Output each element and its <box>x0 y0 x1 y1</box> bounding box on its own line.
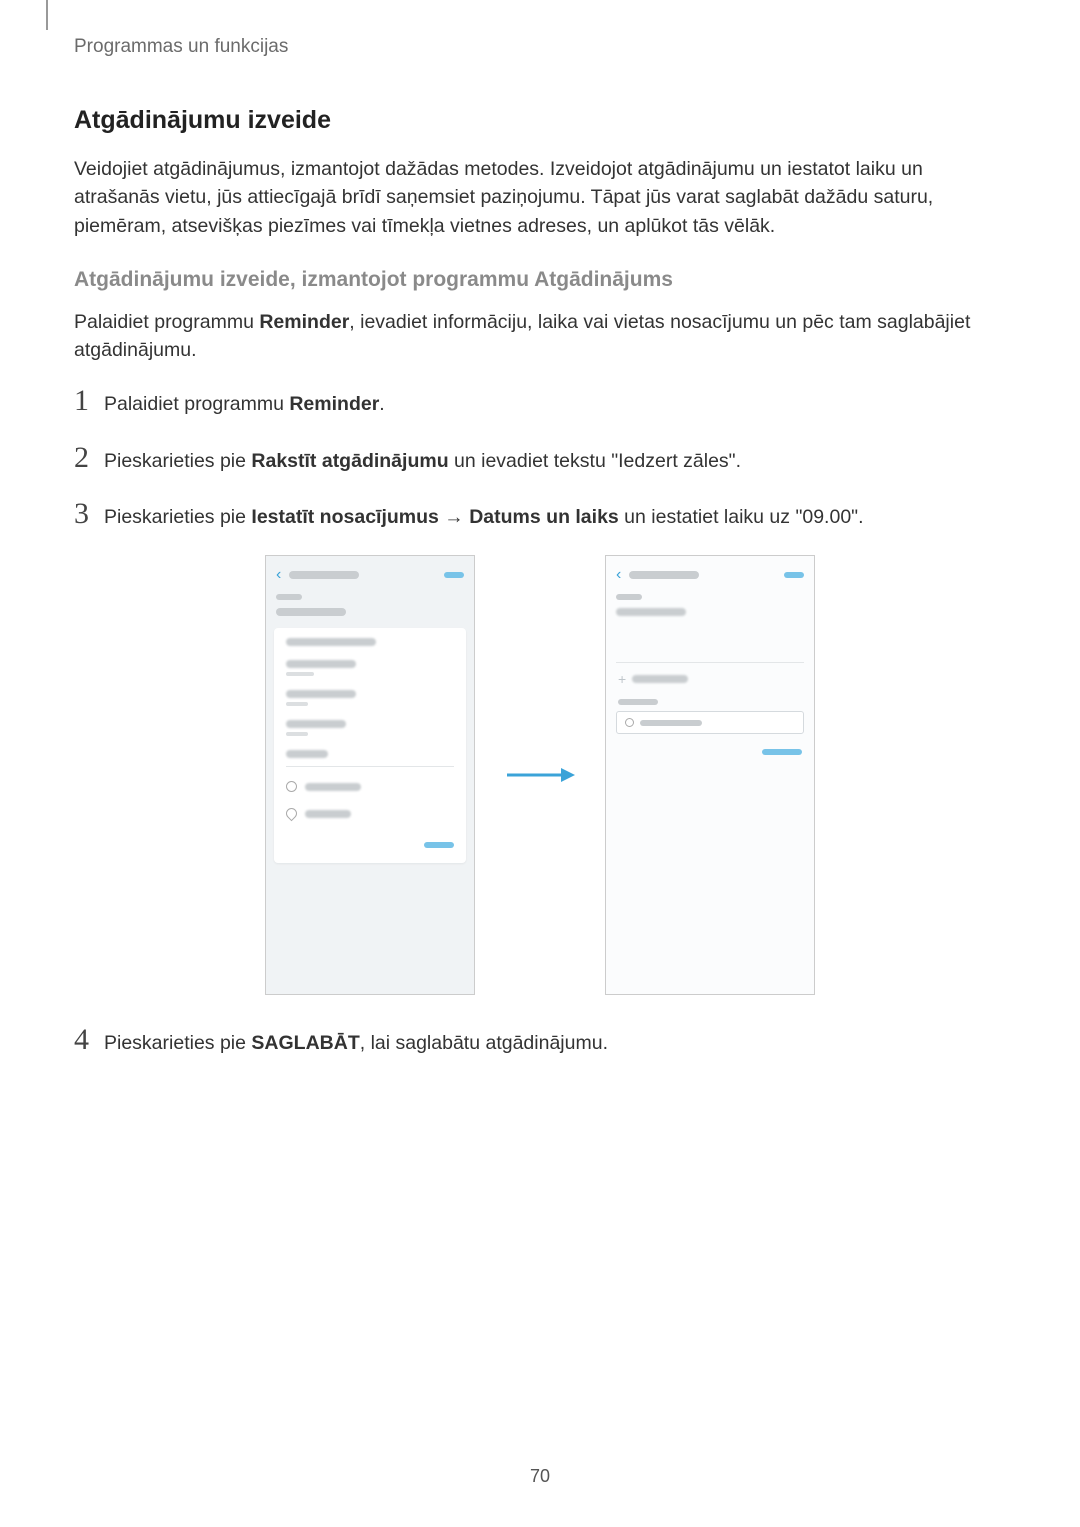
bold: Datums un laiks <box>469 506 619 528</box>
clock-icon <box>286 781 297 792</box>
line <box>286 638 376 646</box>
line <box>618 699 658 705</box>
text: Palaidiet programmu <box>104 393 289 415</box>
arrow-icon <box>505 765 575 785</box>
steps-list: 1 Palaidiet programmu Reminder. 2 Pieska… <box>74 386 1006 1057</box>
line <box>305 783 361 791</box>
line <box>276 594 302 600</box>
bold: Iestatīt nosacījumus <box>251 506 438 528</box>
back-icon: ‹ <box>616 566 621 584</box>
intro-paragraph: Veidojiet atgādinājumus, izmantojot dažā… <box>74 155 1006 240</box>
text: Pieskarieties pie <box>104 1032 251 1054</box>
back-icon: ‹ <box>276 566 281 584</box>
plus-icon: + <box>618 671 626 687</box>
page-title: Atgādinājumu izveide <box>74 106 1006 135</box>
step-number: 4 <box>74 1025 104 1055</box>
action-placeholder <box>444 572 464 578</box>
pin-icon <box>284 806 300 822</box>
step-number: 1 <box>74 386 104 416</box>
header-lines <box>266 594 474 622</box>
time-row <box>286 773 454 800</box>
divider <box>286 766 454 767</box>
row-action <box>606 742 814 760</box>
page-number: 70 <box>0 1466 1080 1487</box>
line <box>286 702 308 706</box>
place-row <box>286 800 454 827</box>
text: . <box>379 393 384 415</box>
bold: Rakstīt atgādinājumu <box>251 450 448 472</box>
line <box>276 608 346 616</box>
line <box>286 732 308 736</box>
phone-topbar: ‹ <box>606 556 814 594</box>
line <box>616 594 642 600</box>
title-placeholder <box>289 571 359 579</box>
text: un iestatiet laiku uz "09.00". <box>619 506 864 528</box>
step-number: 2 <box>74 443 104 473</box>
page-content: Atgādinājumu izveide Veidojiet atgādināj… <box>74 106 1006 1082</box>
line <box>286 660 356 668</box>
phone-topbar: ‹ <box>266 556 474 594</box>
page-edge-mark <box>46 0 48 30</box>
sub-intro: Palaidiet programmu Reminder, ievadiet i… <box>74 308 1006 365</box>
title-placeholder <box>629 571 699 579</box>
bold: SAGLABĀT <box>251 1032 359 1054</box>
clock-icon <box>625 718 634 727</box>
step-3: 3 Pieskarieties pie Iestatīt nosacījumus… <box>74 499 1006 531</box>
screenshot-row: ‹ <box>74 555 1006 995</box>
options-card <box>274 628 466 863</box>
text: , lai saglabātu atgādinājumu. <box>360 1032 608 1054</box>
screenshot-right: ‹ + <box>605 555 815 995</box>
line <box>286 720 346 728</box>
header-lines <box>606 594 814 622</box>
line <box>305 810 351 818</box>
line <box>616 608 686 616</box>
label <box>606 695 814 707</box>
line <box>286 672 314 676</box>
breadcrumb: Programmas un funkcijas <box>74 36 288 58</box>
action-placeholder <box>784 572 804 578</box>
step-text: Pieskarieties pie SAGLABĀT, lai saglabāt… <box>104 1028 608 1057</box>
arrow-symbol: → <box>439 506 469 528</box>
text: Pieskarieties pie <box>104 506 251 528</box>
line <box>286 750 328 758</box>
step-text: Pieskarieties pie Iestatīt nosacījumus →… <box>104 502 864 531</box>
card-action <box>286 835 454 853</box>
app-name: Reminder <box>259 311 349 333</box>
add-row: + <box>606 663 814 695</box>
datetime-field <box>616 711 804 734</box>
step-text: Palaidiet programmu Reminder. <box>104 389 385 418</box>
screenshot-left: ‹ <box>265 555 475 995</box>
section-subtitle: Atgādinājumu izveide, izmantojot program… <box>74 268 1006 292</box>
step-1: 1 Palaidiet programmu Reminder. <box>74 386 1006 418</box>
step-2: 2 Pieskarieties pie Rakstīt atgādinājumu… <box>74 443 1006 475</box>
step-number: 3 <box>74 499 104 529</box>
line <box>640 720 702 726</box>
step-text: Pieskarieties pie Rakstīt atgādinājumu u… <box>104 446 741 475</box>
line <box>286 690 356 698</box>
line <box>632 675 688 683</box>
action-placeholder <box>762 749 802 755</box>
step-4: 4 Pieskarieties pie SAGLABĀT, lai saglab… <box>74 1025 1006 1057</box>
text: Pieskarieties pie <box>104 450 251 472</box>
spacer <box>606 622 814 662</box>
text: un ievadiet tekstu "Iedzert zāles". <box>449 450 741 472</box>
action-placeholder <box>424 842 454 848</box>
text: Palaidiet programmu <box>74 311 259 333</box>
bold: Reminder <box>289 393 379 415</box>
